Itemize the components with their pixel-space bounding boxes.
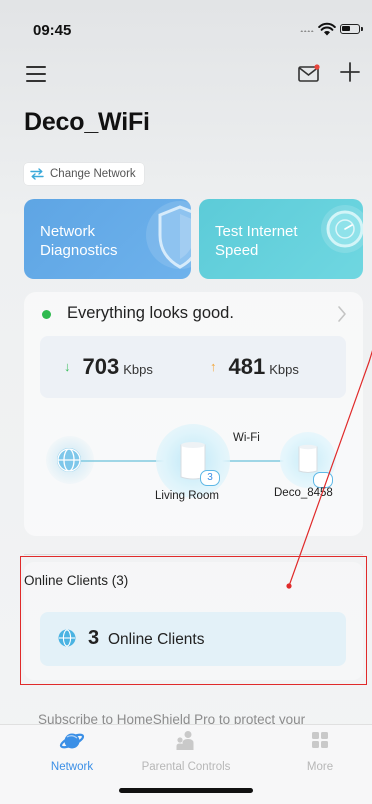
speed-line2: Speed [215,242,259,259]
living-room-label: Living Room [155,490,219,502]
wifi-link-label: Wi-Fi [233,432,260,444]
upload-unit: Kbps [269,362,299,377]
tab-more[interactable]: More [258,730,372,773]
living-room-badge-count: 3 [207,472,213,483]
tab-network-label: Network [50,761,94,773]
shield-icon [146,201,191,269]
status-bar: 09:45 [0,0,372,44]
globe-icon [57,448,81,472]
battery-icon [340,24,363,34]
globe-icon [58,629,76,647]
tab-network[interactable]: Network [10,730,134,773]
tab-parental-controls-label: Parental Controls [141,761,231,773]
swap-icon [30,168,44,180]
grid-icon [312,732,328,748]
deco-8458-badge [313,472,333,488]
living-room-badge: 3 [200,470,220,486]
diagnostics-line1: Network [40,223,96,240]
network-diagnostics-card[interactable]: Network Diagnostics [24,199,191,279]
mail-icon[interactable] [298,64,320,82]
test-internet-speed-card[interactable]: Test Internet Speed [199,199,363,279]
upload-arrow-icon: ↑ [210,359,217,374]
signal-dots-icon [300,30,314,32]
speedometer-icon [321,205,363,253]
download-value: 703 [82,354,120,379]
online-clients-count: 3 [88,627,100,649]
network-topology[interactable]: 3 Living Room Wi-Fi Deco_8458 [40,410,350,520]
online-clients-label: Online Clients [108,631,205,648]
section-divider [24,554,363,555]
speed-label: Test Internet Speed [215,222,315,260]
status-time: 09:45 [33,22,72,39]
app-screen: 09:45 Deco_WiFi Change Network Network D… [0,0,372,804]
menu-icon[interactable] [26,66,46,82]
upload-speed: ↑ 481 Kbps [210,354,299,380]
wifi-icon [318,22,336,36]
download-arrow-icon: ↓ [64,359,71,374]
change-network-label: Change Network [50,168,136,180]
change-network-button[interactable]: Change Network [24,163,144,185]
speed-line1: Test Internet [215,223,298,240]
diagnostics-line2: Diagnostics [40,242,118,259]
deco-satellite-icon [298,444,318,473]
planet-icon [59,733,85,749]
diagnostics-label: Network Diagnostics [40,222,140,260]
chevron-right-icon[interactable] [337,305,347,323]
online-clients-title: Online Clients (3) [24,573,129,588]
plus-icon[interactable] [340,62,360,82]
status-message: Everything looks good. [67,304,234,322]
people-icon [176,731,194,750]
download-unit: Kbps [123,362,153,377]
status-good-icon [42,310,51,319]
deco-8458-label: Deco_8458 [274,487,333,499]
home-indicator[interactable] [119,788,253,793]
download-speed: ↓ 703 Kbps [64,354,153,380]
tab-more-label: More [306,761,334,773]
upload-value: 481 [228,354,266,379]
page-title: Deco_WiFi [24,108,150,136]
tab-parental-controls[interactable]: Parental Controls [124,730,248,773]
